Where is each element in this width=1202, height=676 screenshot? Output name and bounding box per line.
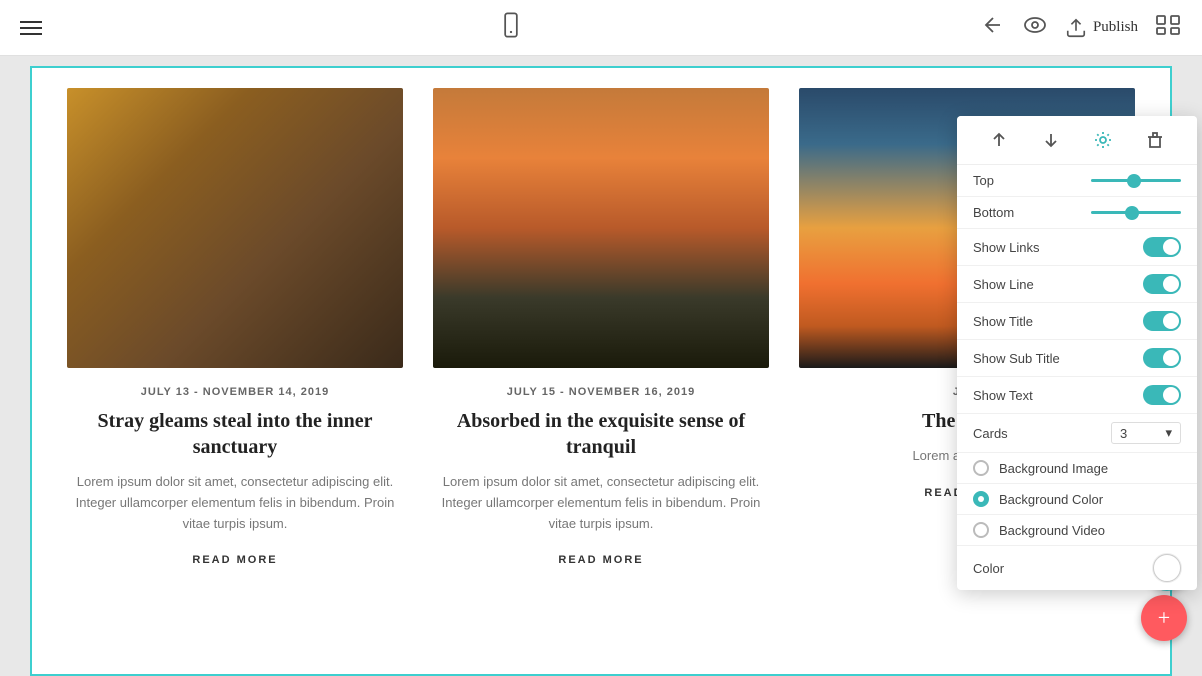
color-row: Color	[957, 546, 1197, 590]
move-up-icon[interactable]	[985, 126, 1013, 154]
publish-label: Publish	[1093, 19, 1138, 36]
show-line-row: Show Line	[957, 266, 1197, 303]
card-1-date: JULY 13 - NOVEMBER 14, 2019	[67, 386, 403, 398]
show-title-knob	[1163, 313, 1179, 329]
cards-value: 3	[1120, 426, 1127, 441]
show-text-toggle[interactable]	[1143, 385, 1181, 405]
card-2: JULY 15 - NOVEMBER 16, 2019 Absorbed in …	[418, 88, 784, 588]
show-line-knob	[1163, 276, 1179, 292]
color-swatch[interactable]	[1153, 554, 1181, 582]
background-image-label: Background Image	[999, 461, 1108, 476]
background-video-radio[interactable]	[973, 522, 989, 538]
bottom-slider[interactable]	[1091, 211, 1181, 214]
top-slider-row: Top	[957, 165, 1197, 197]
card-1: JULY 13 - NOVEMBER 14, 2019 Stray gleams…	[52, 88, 418, 588]
cards-row: Cards 3 ▾	[957, 414, 1197, 453]
layout-icon[interactable]	[1154, 13, 1182, 42]
fab-add-button[interactable]: +	[1141, 595, 1187, 641]
show-subtitle-toggle[interactable]	[1143, 348, 1181, 368]
show-subtitle-row: Show Sub Title	[957, 340, 1197, 377]
popup-toolbar	[957, 116, 1197, 165]
show-links-knob	[1163, 239, 1179, 255]
cards-label: Cards	[973, 426, 1008, 441]
topbar: Publish	[0, 0, 1202, 56]
card-1-image	[67, 88, 403, 368]
bottom-label: Bottom	[973, 205, 1014, 220]
background-image-row[interactable]: Background Image	[957, 453, 1197, 484]
show-line-toggle[interactable]	[1143, 274, 1181, 294]
hamburger-icon[interactable]	[20, 21, 42, 35]
show-title-toggle[interactable]	[1143, 311, 1181, 331]
show-subtitle-label: Show Sub Title	[973, 351, 1060, 366]
show-links-row: Show Links	[957, 229, 1197, 266]
show-subtitle-knob	[1163, 350, 1179, 366]
popup-panel: Top Bottom Show Links Show Line	[957, 116, 1197, 590]
background-image-radio[interactable]	[973, 460, 989, 476]
topbar-left	[20, 21, 42, 35]
move-down-icon[interactable]	[1037, 126, 1065, 154]
color-label: Color	[973, 561, 1004, 576]
background-color-label: Background Color	[999, 492, 1103, 507]
card-1-text: Lorem ipsum dolor sit amet, consectetur …	[67, 472, 403, 534]
eye-icon[interactable]	[1021, 13, 1049, 42]
background-video-row[interactable]: Background Video	[957, 515, 1197, 546]
show-text-row: Show Text	[957, 377, 1197, 414]
card-1-title: Stray gleams steal into the inner sanctu…	[67, 408, 403, 460]
card-2-text: Lorem ipsum dolor sit amet, consectetur …	[433, 472, 769, 534]
top-label: Top	[973, 173, 994, 188]
show-links-toggle[interactable]	[1143, 237, 1181, 257]
card-2-read-more[interactable]: READ MORE	[558, 554, 643, 566]
card-1-read-more[interactable]: READ MORE	[192, 554, 277, 566]
show-text-label: Show Text	[973, 388, 1033, 403]
card-2-date: JULY 15 - NOVEMBER 16, 2019	[433, 386, 769, 398]
show-links-label: Show Links	[973, 240, 1039, 255]
background-color-row[interactable]: Background Color	[957, 484, 1197, 515]
cards-select[interactable]: 3 ▾	[1111, 422, 1181, 444]
show-title-row: Show Title	[957, 303, 1197, 340]
settings-icon[interactable]	[1089, 126, 1117, 154]
card-2-image	[433, 88, 769, 368]
plus-icon: +	[1158, 605, 1170, 631]
topbar-right: Publish	[981, 13, 1182, 42]
card-2-title: Absorbed in the exquisite sense of tranq…	[433, 408, 769, 460]
bottom-slider-row: Bottom	[957, 197, 1197, 229]
top-slider[interactable]	[1091, 179, 1181, 182]
topbar-center	[497, 11, 525, 44]
background-video-label: Background Video	[999, 523, 1105, 538]
background-color-radio[interactable]	[973, 491, 989, 507]
show-text-knob	[1163, 387, 1179, 403]
delete-icon[interactable]	[1141, 126, 1169, 154]
chevron-down-icon: ▾	[1165, 425, 1172, 441]
main-area: JULY 13 - NOVEMBER 14, 2019 Stray gleams…	[0, 56, 1202, 676]
back-icon[interactable]	[981, 13, 1005, 42]
show-title-label: Show Title	[973, 314, 1033, 329]
phone-icon[interactable]	[497, 11, 525, 44]
publish-button[interactable]: Publish	[1065, 17, 1138, 39]
show-line-label: Show Line	[973, 277, 1034, 292]
